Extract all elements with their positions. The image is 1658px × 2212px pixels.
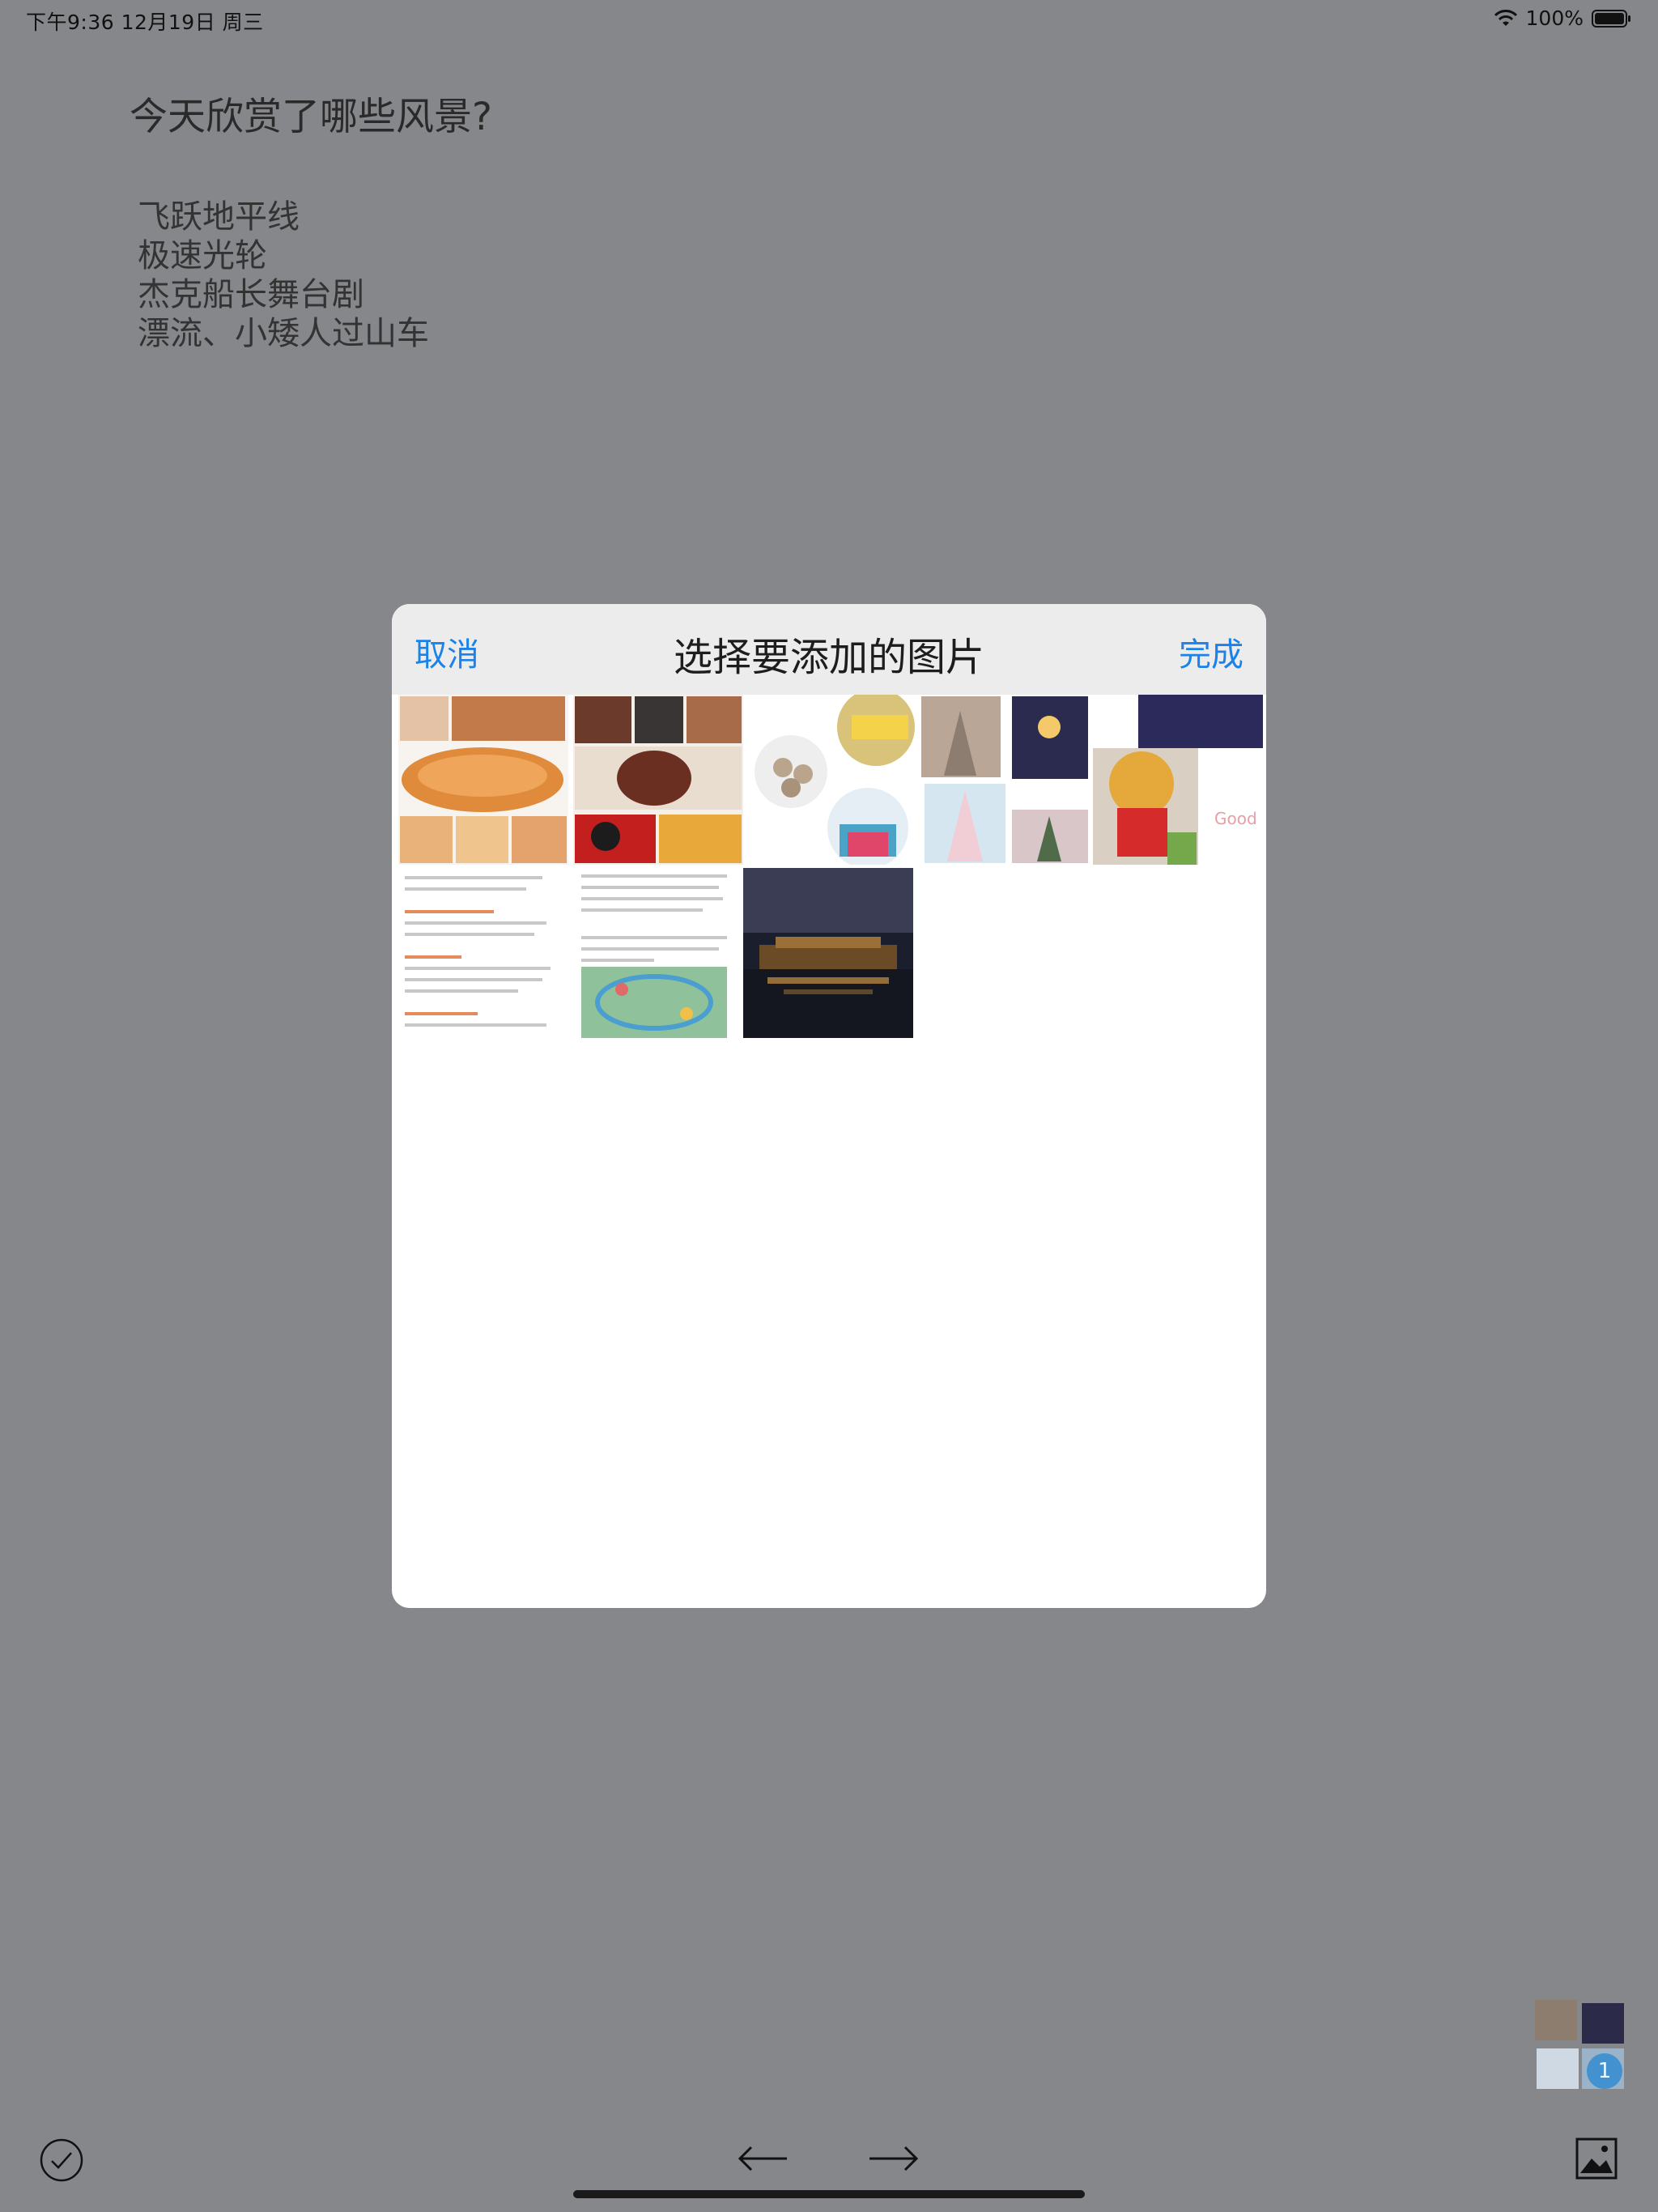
checkmark-circle-icon[interactable] [39,2138,84,2183]
photo-grid: Good [392,695,1266,1043]
svg-text:Good: Good [1214,809,1257,828]
image-picker-dialog: 取消 选择要添加的图片 完成 Good [392,604,1266,1608]
photo-desserts-collage[interactable] [573,695,743,865]
arrow-left-icon[interactable] [735,2142,790,2175]
note-line: 极速光轮 [138,237,267,274]
picker-header: 取消 选择要添加的图片 完成 [392,604,1266,695]
status-time-date: 下午9:36 12月19日 周三 [26,11,264,34]
photo-castle-collage[interactable] [920,695,1090,865]
photo-night-hotel[interactable] [743,868,913,1038]
status-right: 100% [1494,6,1632,30]
note-title[interactable]: 今天欣赏了哪些风景? [130,85,492,141]
wifi-icon [1494,9,1518,28]
arrow-right-icon[interactable] [866,2142,921,2175]
note-line: 飞跃地平线 [138,198,300,236]
status-bar: 下午9:36 12月19日 周三 100% [0,0,1658,37]
battery-icon [1592,9,1632,28]
done-button[interactable]: 完成 [1179,628,1244,675]
stack-photo [1537,2048,1579,2089]
photo-dumplings-good[interactable] [746,695,916,865]
selected-photos-stack[interactable]: 1 [1535,2000,1626,2091]
home-indicator[interactable] [573,2190,1085,2198]
photo-pooh-collage[interactable]: Good [1093,695,1263,865]
battery-percent: 100% [1525,6,1584,30]
photo-food-collage[interactable] [398,695,568,865]
note-line: 漂流、小矮人过山车 [138,315,429,352]
photo-text-notes[interactable] [398,868,568,1038]
stack-photo [1535,2000,1577,2040]
photo-text-map[interactable] [573,868,743,1038]
note-line: 杰克船长舞台剧 [138,276,364,313]
note-body[interactable]: 飞跃地平线 极速光轮 杰克船长舞台剧 漂流、小矮人过山车 [138,198,429,353]
stack-photo [1582,2003,1624,2044]
selection-count-badge: 1 [1587,2053,1622,2089]
picker-title: 选择要添加的图片 [673,635,984,680]
photo-icon[interactable] [1575,2138,1618,2180]
